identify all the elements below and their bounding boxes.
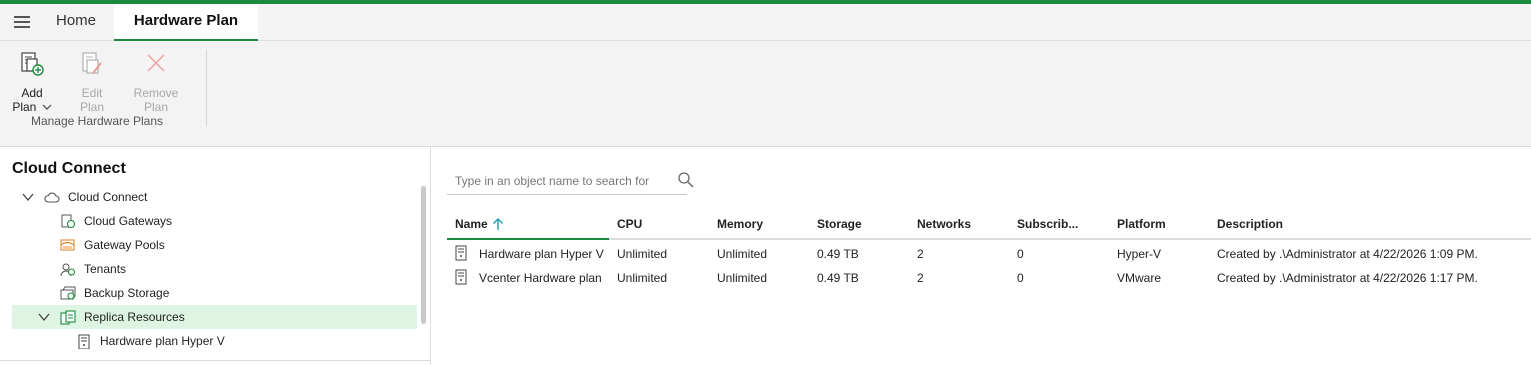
hardware-plan-icon bbox=[455, 245, 467, 261]
table-row[interactable]: Vcenter Hardware plan Unlimited Unlimite… bbox=[447, 266, 1531, 290]
tree-node-cloud-gateways[interactable]: Cloud Gateways bbox=[0, 209, 420, 233]
remove-plan-label-1: Remove bbox=[133, 86, 179, 100]
cell-networks: 2 bbox=[917, 247, 924, 261]
cell-name: Vcenter Hardware plan bbox=[479, 271, 602, 285]
main-content: Name CPU Memory Storage Networks Subscri… bbox=[432, 148, 1531, 365]
search-icon[interactable] bbox=[677, 171, 695, 189]
remove-plan-button[interactable]: Remove Plan bbox=[128, 51, 184, 114]
tree-node-gateway-pools[interactable]: Gateway Pools bbox=[0, 233, 420, 257]
tree-node-replica-resources[interactable]: Replica Resources bbox=[12, 305, 417, 329]
hardware-plan-icon bbox=[455, 269, 467, 285]
cell-subscribers: 0 bbox=[1017, 247, 1024, 261]
chevron-down-icon[interactable] bbox=[42, 103, 52, 111]
tree-label: Cloud Connect bbox=[68, 190, 148, 204]
panel-title: Cloud Connect bbox=[12, 160, 126, 177]
tree-label: Cloud Gateways bbox=[84, 214, 173, 228]
search-box bbox=[447, 168, 694, 195]
navigation-panel: Cloud Connect Cloud Connect Cloud Gatewa… bbox=[0, 148, 431, 365]
add-plan-button[interactable]: Add Plan bbox=[12, 51, 52, 114]
tree-label: Tenants bbox=[84, 262, 127, 276]
cell-description: Created by .\Administrator at 4/22/2026 … bbox=[1217, 271, 1478, 285]
table-row[interactable]: Hardware plan Hyper V Unlimited Unlimite… bbox=[447, 242, 1531, 266]
gateway-pool-icon bbox=[60, 239, 75, 251]
column-header-label: Name bbox=[455, 217, 488, 231]
cell-platform: VMware bbox=[1117, 271, 1162, 285]
tree-node-hardware-plan-hyper-v[interactable]: Hardware plan Hyper V bbox=[0, 329, 420, 353]
tree-node-tenants[interactable]: Tenants bbox=[0, 257, 420, 281]
chevron-down-icon[interactable] bbox=[22, 191, 34, 203]
tree-label: Replica Resources bbox=[84, 310, 185, 324]
tree-label: Hardware plan Hyper V bbox=[100, 334, 225, 348]
cell-cpu: Unlimited bbox=[617, 247, 668, 261]
tree-node-backup-storage[interactable]: Backup Storage bbox=[0, 281, 420, 305]
table-header: Name CPU Memory Storage Networks Subscri… bbox=[447, 212, 1531, 240]
backup-storage-icon bbox=[60, 286, 76, 300]
ribbon-group-label: Manage Hardware Plans bbox=[30, 114, 164, 128]
edit-plan-label-2: Plan bbox=[79, 100, 105, 114]
cell-description: Created by .\Administrator at 4/22/2026 … bbox=[1217, 247, 1478, 261]
column-header-subscribers[interactable]: Subscrib... bbox=[1017, 217, 1078, 231]
tab-bar: Home Hardware Plan bbox=[0, 4, 1531, 41]
cell-platform: Hyper-V bbox=[1117, 247, 1162, 261]
hardware-plan-icon bbox=[78, 334, 90, 349]
cell-subscribers: 0 bbox=[1017, 271, 1024, 285]
column-header-memory[interactable]: Memory bbox=[717, 217, 763, 231]
column-header-platform[interactable]: Platform bbox=[1117, 217, 1166, 231]
column-header-name[interactable]: Name bbox=[455, 217, 504, 231]
edit-plan-button[interactable]: Edit Plan bbox=[72, 51, 112, 114]
navigation-tree: Cloud Connect Cloud Gateways Gateway Poo… bbox=[0, 185, 420, 353]
tree-label: Gateway Pools bbox=[84, 238, 165, 252]
add-plan-label-2: Plan bbox=[12, 100, 37, 114]
tab-home[interactable]: Home bbox=[40, 4, 112, 40]
column-header-storage[interactable]: Storage bbox=[817, 217, 862, 231]
scrollbar[interactable] bbox=[421, 186, 426, 324]
hardware-plans-table: Name CPU Memory Storage Networks Subscri… bbox=[447, 212, 1531, 290]
cloud-icon bbox=[44, 192, 60, 203]
cell-storage: 0.49 TB bbox=[817, 271, 859, 285]
cell-networks: 2 bbox=[917, 271, 924, 285]
cell-storage: 0.49 TB bbox=[817, 247, 859, 261]
edit-plan-icon bbox=[82, 52, 102, 74]
sorted-column-indicator bbox=[447, 238, 609, 240]
ribbon: Add Plan Edit Plan Remove Plan Manage Ha… bbox=[0, 41, 1531, 147]
search-input[interactable] bbox=[447, 168, 657, 194]
column-header-networks[interactable]: Networks bbox=[917, 217, 971, 231]
tenants-icon bbox=[60, 263, 76, 277]
cell-cpu: Unlimited bbox=[617, 271, 668, 285]
add-plan-label-1: Add bbox=[21, 86, 43, 100]
remove-plan-label-2: Plan bbox=[143, 100, 169, 114]
cell-memory: Unlimited bbox=[717, 247, 768, 261]
menu-icon[interactable] bbox=[14, 16, 30, 28]
ribbon-separator bbox=[206, 49, 207, 127]
column-header-cpu[interactable]: CPU bbox=[617, 217, 642, 231]
close-icon bbox=[147, 54, 165, 72]
tree-node-cloud-connect[interactable]: Cloud Connect bbox=[0, 185, 420, 209]
cell-memory: Unlimited bbox=[717, 271, 768, 285]
divider bbox=[0, 360, 430, 361]
column-header-description[interactable]: Description bbox=[1217, 217, 1283, 231]
sort-ascending-icon bbox=[492, 218, 503, 230]
tab-hardware-plan[interactable]: Hardware Plan bbox=[114, 4, 258, 41]
edit-plan-label-1: Edit bbox=[81, 86, 103, 100]
cell-name: Hardware plan Hyper V bbox=[479, 247, 604, 261]
gateway-icon bbox=[61, 214, 76, 229]
chevron-down-icon[interactable] bbox=[38, 311, 50, 323]
add-plan-icon bbox=[21, 52, 44, 76]
tree-label: Backup Storage bbox=[84, 286, 170, 300]
replica-resources-icon bbox=[60, 310, 76, 325]
